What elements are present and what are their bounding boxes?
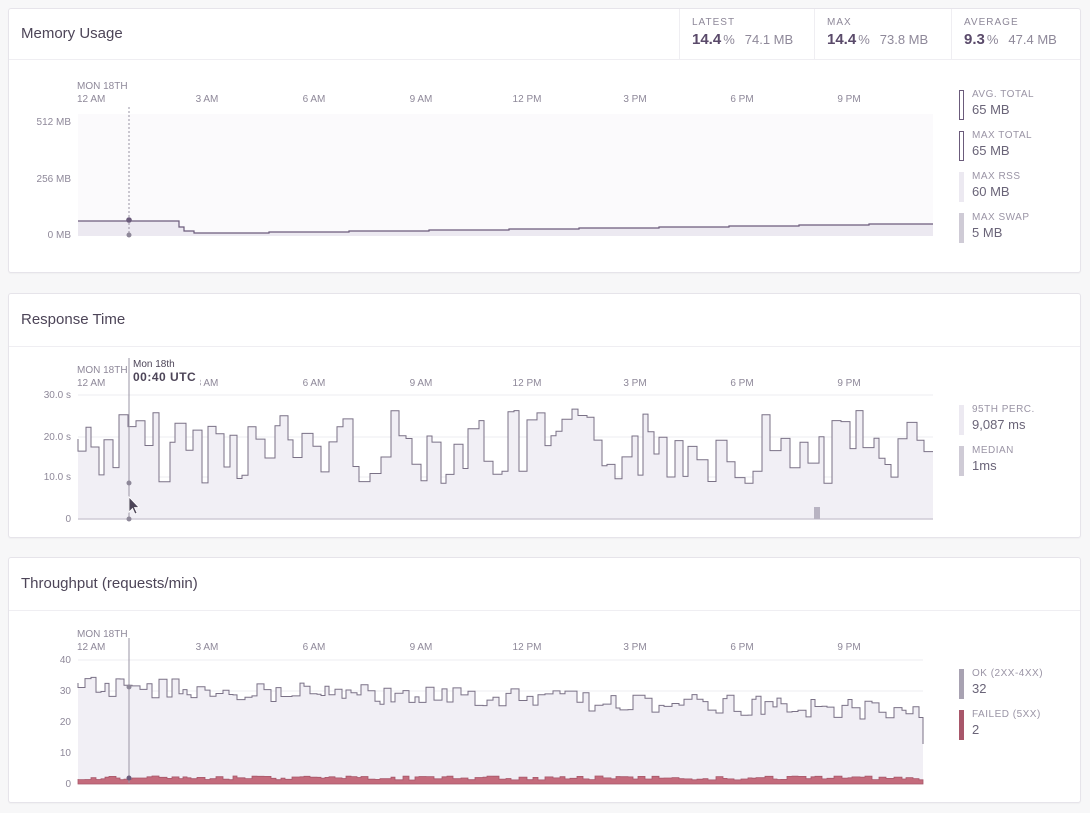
memory-chart[interactable]: MON 18TH 12 AM 3 AM 6 AM 9 AM 12 PM 3 PM 6 PM 9…: [9, 9, 949, 272]
legend-swatch-max-total: [959, 131, 964, 161]
legend-ok-value: 32: [972, 681, 987, 696]
x-tick-label: 9 PM: [837, 642, 860, 653]
legend-swatch-median: [959, 446, 964, 476]
memory-cursor-dot-base: [126, 232, 132, 238]
x-tick-label: 6 AM: [303, 642, 326, 653]
x-tick-label: 6 AM: [303, 94, 326, 105]
x-tick-label: 3 PM: [623, 642, 646, 653]
x-tick-label: 6 AM: [303, 378, 326, 389]
legend-max-rss-unit: MB: [990, 184, 1010, 199]
legend-avg-total-unit: MB: [990, 102, 1010, 117]
y-tick-label: 30: [60, 686, 72, 697]
memory-cursor-dot: [126, 217, 132, 223]
x-tick-label: 6 PM: [730, 378, 753, 389]
legend-median-label: MEDIAN: [972, 445, 1014, 456]
x-tick-label: 9 AM: [410, 94, 433, 105]
response-tooltip: Mon 18th 00:40 UTC: [133, 359, 201, 386]
y-tick-label: 512 MB: [37, 117, 72, 128]
legend-swatch-max-swap: [959, 213, 964, 243]
legend-median-unit: ms: [979, 458, 997, 473]
x-tick-label: 6 PM: [730, 94, 753, 105]
response-cursor-dot: [126, 480, 132, 486]
tooltip-date: Mon 18th: [133, 359, 175, 370]
throughput-cursor-dot: [126, 684, 132, 690]
legend-max-swap-label: MAX SWAP: [972, 212, 1030, 223]
legend-swatch-avg-total: [959, 90, 964, 120]
y-tick-label: 20: [60, 717, 72, 728]
legend-swatch-max-rss: [959, 172, 964, 202]
legend-max-rss-value: 60: [972, 184, 987, 199]
legend-max-rss-label: MAX RSS: [972, 171, 1021, 182]
stat-average: AVERAGE 9.3% 47.4 MB: [951, 9, 1080, 59]
legend-max-total-value: 65: [972, 143, 987, 158]
x-tick-label: 3 AM: [196, 642, 219, 653]
y-tick-label: 40: [60, 655, 72, 666]
x-tick-label: 9 AM: [410, 642, 433, 653]
x-tick-label: 9 AM: [410, 378, 433, 389]
throughput-panel: Throughput (requests/min) MON 18TH 12 AM…: [8, 557, 1081, 803]
x-tick-label: 9 PM: [837, 378, 860, 389]
legend-failed-label: FAILED (5XX): [972, 709, 1041, 720]
throughput-cursor-dot-base: [126, 775, 132, 781]
x-tick-label: 3 PM: [623, 94, 646, 105]
legend-max-swap-unit: MB: [982, 225, 1003, 240]
legend-ok-label: OK (2XX-4XX): [972, 668, 1044, 679]
throughput-ok-area: [78, 677, 923, 784]
response-median-spike: [814, 507, 820, 519]
stat-average-pct: 9.3: [964, 31, 985, 48]
legend-max-swap-value: 5: [972, 225, 980, 240]
throughput-chart[interactable]: MON 18TH 12 AM 3 AM 6 AM 9 AM 12 PM 3 PM 6 PM 9…: [9, 558, 949, 802]
x-tick-label: 9 PM: [837, 94, 860, 105]
x-tick-label: 3 PM: [623, 378, 646, 389]
x-tick-label: 3 AM: [196, 94, 219, 105]
legend-95th-unit: ms: [1008, 417, 1026, 432]
stat-average-label: AVERAGE: [964, 17, 1019, 28]
legend-avg-total-label: AVG. TOTAL: [972, 89, 1035, 100]
legend-failed-value: 2: [972, 722, 980, 737]
response-area: [78, 409, 933, 519]
memory-date-label: MON 18TH: [77, 81, 128, 92]
y-tick-label: 0 MB: [48, 230, 72, 241]
response-date-label: MON 18TH: [77, 365, 128, 376]
y-tick-label: 256 MB: [37, 174, 72, 185]
x-tick-label: 6 PM: [730, 642, 753, 653]
y-tick-label: 10.0 s: [44, 472, 71, 483]
response-chart[interactable]: MON 18TH 12 AM 3 AM 6 AM 9 AM 12 PM 3 PM 6 PM 9…: [9, 294, 949, 537]
y-tick-label: 0: [65, 779, 71, 790]
x-tick-label: 12 AM: [77, 642, 105, 653]
x-tick-label: 12 AM: [77, 378, 105, 389]
legend-max-total-unit: MB: [990, 143, 1010, 158]
x-tick-label: 12 PM: [513, 378, 542, 389]
y-tick-label: 10: [60, 748, 72, 759]
legend-swatch-ok: [959, 669, 964, 699]
legend-swatch-95th: [959, 405, 964, 435]
y-tick-label: 30.0 s: [44, 390, 71, 401]
y-tick-label: 20.0 s: [44, 432, 71, 443]
legend-avg-total-value: 65: [972, 102, 987, 117]
response-cursor-dot-base: [126, 516, 132, 522]
legend-swatch-failed: [959, 710, 964, 740]
throughput-date-label: MON 18TH: [77, 629, 128, 640]
stat-average-mb: 47.4 MB: [1008, 32, 1057, 47]
legend-max-total-label: MAX TOTAL: [972, 130, 1033, 141]
memory-usage-panel: Memory Usage LATEST 14.4% 74.1 MB MAX 14.…: [8, 8, 1081, 273]
x-tick-label: 12 PM: [513, 642, 542, 653]
response-time-panel: Response Time MON 18TH 12 AM 3 AM 6 AM 9 AM…: [8, 293, 1081, 538]
stat-average-pct-unit: %: [986, 32, 999, 47]
x-tick-label: 12 AM: [77, 94, 105, 105]
legend-95th-label: 95TH PERC.: [972, 404, 1035, 415]
y-tick-label: 0: [65, 514, 71, 525]
legend-95th-value: 9,087: [972, 417, 1005, 432]
tooltip-time: 00:40 UTC: [133, 370, 197, 384]
memory-plot-area: [78, 114, 933, 236]
x-tick-label: 12 PM: [513, 94, 542, 105]
